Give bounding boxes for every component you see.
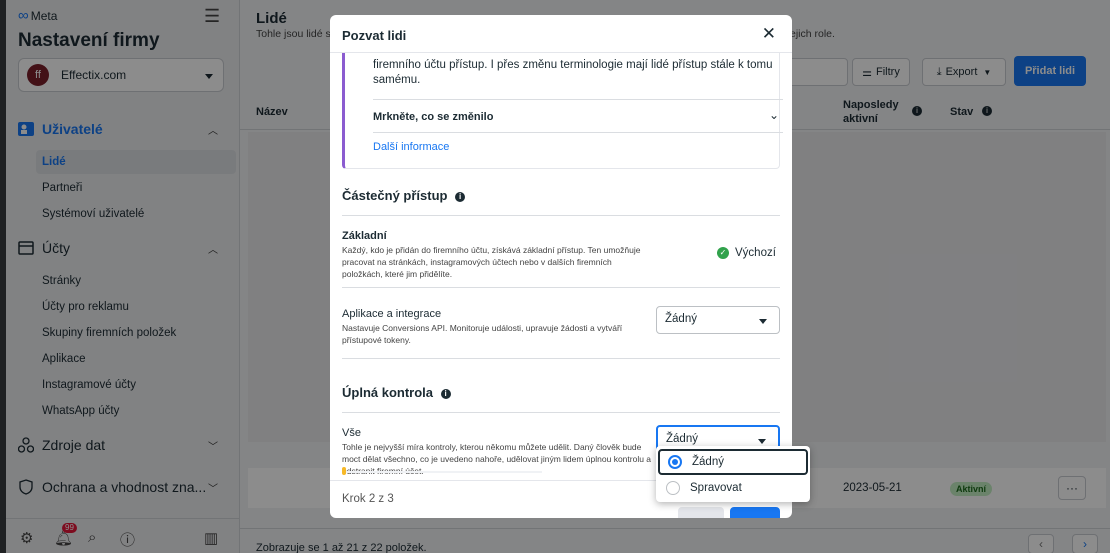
chevron-down-icon — [758, 439, 766, 444]
full-control-title: Úplná kontrola i — [342, 385, 451, 400]
notice-expand-toggle[interactable]: Mrkněte, co se změnilo — [373, 111, 493, 123]
modal-title: Pozvat lidi — [342, 28, 407, 43]
check-circle-icon: ✓ — [717, 247, 729, 259]
basic-access-title: Základní — [342, 230, 387, 242]
full-control-all-title: Vše — [342, 427, 361, 439]
basic-access-desc: Každý, kdo je přidán do firemního účtu, … — [342, 245, 641, 279]
scroll-hint — [342, 467, 542, 475]
divider — [373, 99, 783, 100]
chevron-down-icon[interactable]: ⌄ — [769, 108, 779, 122]
apps-integrations-title: Aplikace a integrace — [342, 308, 442, 320]
apps-integrations-select[interactable]: Žádný — [656, 306, 780, 334]
step-indicator: Krok 2 z 3 — [342, 493, 394, 505]
dropdown-option-none[interactable]: Žádný — [658, 449, 808, 475]
partial-access-title: Částečný přístup i — [342, 188, 466, 203]
learn-more-link[interactable]: Další informace — [373, 141, 449, 153]
apps-integrations-desc: Nastavuje Conversions API. Monitoruje ud… — [342, 323, 623, 345]
divider — [342, 412, 780, 413]
radio-icon — [666, 481, 680, 495]
modal-body: firemního účtu přístup. I přes změnu ter… — [330, 53, 792, 480]
dropdown-option-manage[interactable]: Spravovat — [658, 475, 808, 501]
invite-people-modal: Pozvat lidi ✕ firemního účtu přístup. I … — [330, 15, 792, 518]
info-icon[interactable]: i — [455, 191, 466, 202]
radio-selected-icon — [668, 455, 682, 469]
divider — [342, 215, 780, 216]
back-button[interactable] — [678, 507, 724, 518]
modal-header: Pozvat lidi ✕ — [330, 15, 792, 53]
notice-text: firemního účtu přístup. I přes změnu ter… — [373, 59, 773, 86]
next-button[interactable] — [730, 507, 780, 518]
close-icon[interactable]: ✕ — [762, 24, 776, 44]
divider — [342, 358, 780, 359]
role-dropdown-menu: Žádný Spravovat — [656, 446, 810, 502]
divider — [342, 287, 780, 288]
info-icon[interactable]: i — [440, 388, 451, 399]
terminology-notice: firemního účtu přístup. I přes změnu ter… — [342, 53, 783, 169]
divider — [373, 132, 783, 133]
default-tag: ✓ Výchozí — [717, 247, 776, 259]
chevron-down-icon — [759, 319, 767, 324]
